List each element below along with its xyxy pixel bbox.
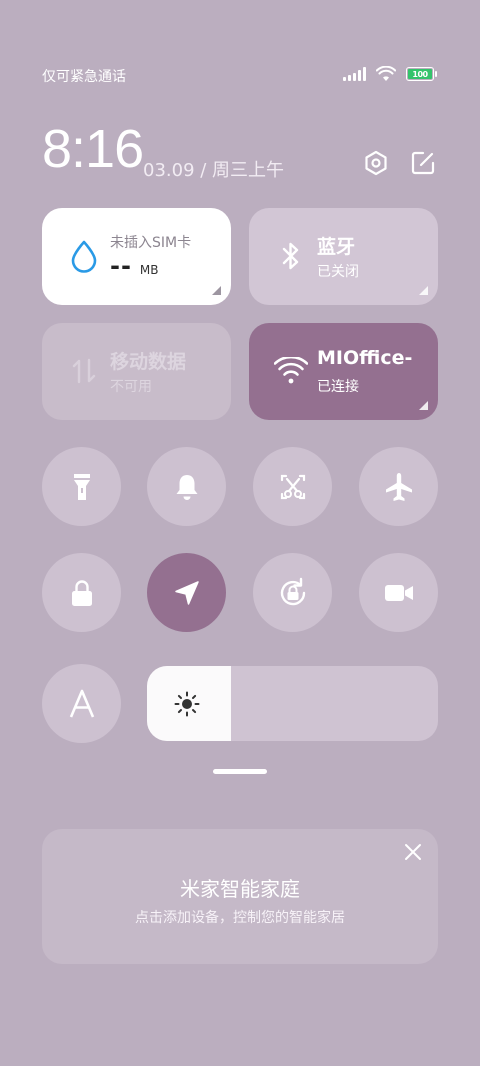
bluetooth-tile[interactable]: 蓝牙 已关闭: [249, 208, 438, 305]
flashlight-icon: [73, 473, 90, 500]
sun-icon: [174, 691, 200, 717]
lock-icon: [71, 579, 92, 606]
brightness-slider[interactable]: [147, 666, 438, 741]
close-button[interactable]: [402, 841, 424, 863]
mobile-data-tile[interactable]: 移动数据 不可用: [42, 323, 231, 420]
panel-drag-handle[interactable]: [213, 769, 267, 774]
airplane-icon: [385, 472, 412, 501]
wifi-tile[interactable]: MIOffice- 已连接: [249, 323, 438, 420]
battery-icon: 100: [406, 67, 437, 81]
mobile-data-title: 移动数据: [110, 351, 187, 373]
wifi-network-name: MIOffice-: [317, 347, 413, 369]
airplane-mode-toggle[interactable]: [359, 447, 438, 526]
sim-status-label: 未插入SIM卡: [110, 235, 192, 251]
auto-brightness-toggle[interactable]: [42, 664, 121, 743]
silent-toggle[interactable]: [147, 447, 226, 526]
location-toggle[interactable]: [147, 553, 226, 632]
rotation-lock-icon: [280, 577, 305, 605]
bluetooth-status: 已关闭: [317, 264, 359, 280]
location-arrow-icon: [174, 580, 199, 605]
settings-hexagon-icon: [365, 150, 387, 176]
expand-corner-icon: [419, 286, 428, 295]
letter-a-icon: [69, 689, 94, 718]
wifi-status: 已连接: [317, 379, 359, 395]
smart-home-subtitle: 点击添加设备，控制您的智能家居: [135, 910, 345, 926]
close-icon: [405, 844, 421, 860]
data-usage-unit: MB: [139, 263, 159, 277]
clock-date[interactable]: 03.09 / 周三上午: [143, 156, 284, 182]
screenshot-toggle[interactable]: [253, 447, 332, 526]
edit-button[interactable]: [409, 149, 437, 177]
wifi-icon: [273, 353, 309, 389]
data-usage-tile[interactable]: 未插入SIM卡 -- MB: [42, 208, 231, 305]
lock-screen-toggle[interactable]: [42, 553, 121, 632]
bell-icon: [176, 474, 197, 500]
bluetooth-title: 蓝牙: [317, 236, 356, 258]
rotation-lock-toggle[interactable]: [253, 553, 332, 632]
signal-icon: [343, 67, 366, 81]
status-icons: 100: [343, 66, 437, 82]
battery-level-text: 100: [412, 69, 428, 79]
scissors-screenshot-icon: [280, 474, 305, 499]
wifi-status-icon: [376, 66, 396, 81]
data-usage-value: --: [110, 252, 132, 280]
bluetooth-icon: [273, 238, 309, 274]
video-camera-icon: [384, 584, 413, 601]
expand-corner-icon: [419, 401, 428, 410]
mobile-data-arrows-icon: [66, 353, 102, 389]
smart-home-title: 米家智能家庭: [180, 877, 300, 901]
edit-icon: [411, 151, 435, 175]
status-carrier-text: 仅可紧急通话: [42, 69, 126, 85]
clock-time[interactable]: 8:16: [42, 118, 144, 180]
water-drop-icon: [66, 238, 102, 274]
expand-corner-icon: [212, 286, 221, 295]
mobile-data-status: 不可用: [110, 379, 152, 395]
settings-button[interactable]: [362, 149, 390, 177]
smart-home-card[interactable]: 米家智能家庭 点击添加设备，控制您的智能家居: [42, 829, 438, 964]
flashlight-toggle[interactable]: [42, 447, 121, 526]
screen-record-toggle[interactable]: [359, 553, 438, 632]
